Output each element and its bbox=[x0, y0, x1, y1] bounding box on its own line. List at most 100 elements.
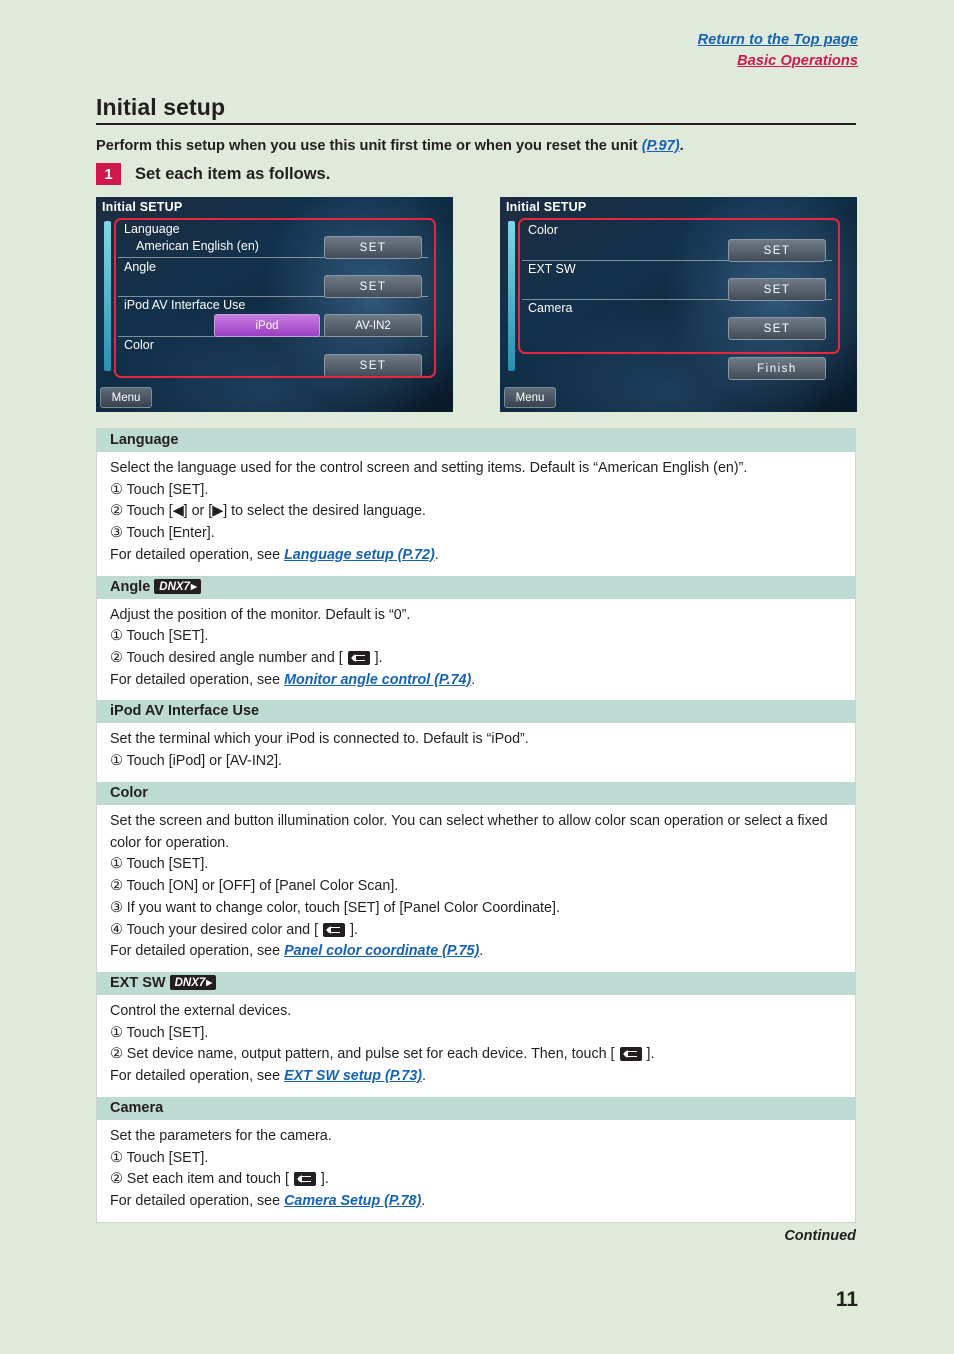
settings-description-table: Language Select the language used for the… bbox=[96, 428, 856, 1223]
section-detail-line: For detailed operation, see EXT SW setup… bbox=[110, 1066, 842, 1088]
section-heading-text: Angle bbox=[110, 578, 151, 595]
detail-suffix: . bbox=[422, 1068, 427, 1085]
step-1: 1 Set each item as follows. bbox=[96, 163, 330, 185]
section-line: ② Touch [ON] or [OFF] of [Panel Color Sc… bbox=[110, 878, 399, 895]
row-label-language: Language bbox=[124, 222, 180, 236]
row-label-camera: Camera bbox=[528, 301, 573, 315]
section-heading-text: Color bbox=[110, 784, 148, 801]
section-heading: EXT SW DNX7 bbox=[97, 971, 855, 995]
section-line: Set the screen and button illumination c… bbox=[110, 812, 828, 851]
detail-reference-link[interactable]: EXT SW setup (P.73) bbox=[284, 1068, 422, 1084]
detail-reference-link[interactable]: Panel color coordinate (P.75) bbox=[284, 943, 479, 959]
ipod-option-button[interactable]: iPod bbox=[214, 314, 320, 337]
intro-sentence: Perform this setup when you use this uni… bbox=[96, 138, 642, 154]
row-label-ext-sw: EXT SW bbox=[528, 262, 576, 276]
detail-suffix: . bbox=[479, 943, 484, 960]
return-icon bbox=[293, 1172, 316, 1187]
menu-button-right[interactable]: Menu bbox=[504, 387, 556, 408]
step-number-badge: 1 bbox=[96, 163, 121, 185]
page-title: Initial setup bbox=[96, 94, 226, 120]
detail-suffix: . bbox=[471, 671, 476, 688]
screen-side-accent-bar bbox=[508, 221, 515, 371]
row-label-ipod-av-interface-use: iPod AV Interface Use bbox=[124, 298, 246, 312]
section-body: Adjust the position of the monitor. Defa… bbox=[97, 599, 855, 701]
intro-period: . bbox=[679, 138, 684, 154]
detail-prefix: For detailed operation, see bbox=[110, 671, 285, 688]
section-line: ② Set device name, output pattern, and p… bbox=[110, 1046, 655, 1063]
screen-title-left: Initial SETUP bbox=[102, 200, 183, 214]
page-number: 11 bbox=[835, 1288, 858, 1311]
section-detail-line: For detailed operation, see Language set… bbox=[110, 545, 842, 567]
section-line: ① Touch [SET]. bbox=[110, 481, 209, 498]
section-body: Set the terminal which your iPod is conn… bbox=[97, 723, 855, 781]
return-icon bbox=[323, 922, 346, 937]
section-line: ② Set each item and touch [ ]. bbox=[110, 1171, 329, 1188]
detail-suffix: . bbox=[421, 1192, 426, 1209]
section-heading-text: Language bbox=[110, 432, 179, 448]
detail-suffix: . bbox=[434, 546, 439, 563]
row-label-angle: Angle bbox=[124, 260, 156, 274]
model-badge: DNX7 bbox=[169, 974, 217, 990]
detail-reference-link[interactable]: Monitor angle control (P.74) bbox=[284, 672, 471, 688]
intro-text: Perform this setup when you use this uni… bbox=[96, 136, 886, 156]
ext-sw-set-button[interactable]: SET bbox=[728, 278, 826, 301]
section-line: ④ Touch your desired color and [ ]. bbox=[110, 921, 358, 938]
return-to-top-link[interactable]: Return to the Top page bbox=[698, 30, 858, 51]
screen-title-right: Initial SETUP bbox=[506, 200, 587, 214]
section-heading: Camera bbox=[97, 1096, 855, 1120]
angle-set-button[interactable]: SET bbox=[324, 275, 422, 298]
color-set-button-2[interactable]: SET bbox=[728, 239, 826, 262]
header-links: Return to the Top page Basic Operations bbox=[698, 30, 858, 72]
screenshot-initial-setup-page2: Initial SETUP Color SET EXT SW SET Camer… bbox=[500, 197, 857, 412]
screen-side-accent-bar bbox=[104, 221, 111, 371]
color-set-button[interactable]: SET bbox=[324, 354, 422, 377]
section-heading-text: EXT SW bbox=[110, 974, 166, 991]
section-line: ① Touch [SET]. bbox=[110, 1024, 209, 1041]
section-body: Set the parameters for the camera. ① Touc… bbox=[97, 1120, 855, 1222]
return-icon bbox=[347, 651, 370, 666]
detail-prefix: For detailed operation, see bbox=[110, 546, 285, 563]
title-divider bbox=[96, 123, 856, 125]
section-line: Select the language used for the control… bbox=[110, 460, 748, 476]
detail-prefix: For detailed operation, see bbox=[110, 943, 285, 960]
step-instruction: Set each item as follows. bbox=[135, 164, 331, 183]
section-line: ③ If you want to change color, touch [SE… bbox=[110, 899, 560, 916]
section-heading-text: Camera bbox=[110, 1099, 164, 1116]
model-badge: DNX7 bbox=[154, 578, 201, 594]
section-body: Select the language used for the control… bbox=[97, 452, 855, 576]
finish-button[interactable]: Finish bbox=[728, 357, 826, 380]
section-line: ① Touch [SET]. bbox=[110, 628, 209, 645]
section-heading: Angle DNX7 bbox=[97, 575, 855, 599]
row-label-color: Color bbox=[124, 338, 154, 352]
section-line: ① Touch [SET]. bbox=[110, 856, 209, 873]
detail-prefix: For detailed operation, see bbox=[110, 1068, 285, 1085]
section-line: Set the parameters for the camera. bbox=[110, 1127, 332, 1144]
section-line: ③ Touch [Enter]. bbox=[110, 525, 215, 542]
section-line: Adjust the position of the monitor. Defa… bbox=[110, 606, 411, 623]
section-body: Set the screen and button illumination c… bbox=[97, 805, 855, 972]
language-set-button[interactable]: SET bbox=[324, 236, 422, 259]
detail-prefix: For detailed operation, see bbox=[110, 1192, 285, 1209]
row-value-language: American English (en) bbox=[136, 239, 259, 253]
intro-page-link[interactable]: (P.97) bbox=[642, 138, 680, 154]
av-in2-option-button[interactable]: AV-IN2 bbox=[324, 314, 422, 337]
continued-label: Continued bbox=[784, 1228, 856, 1244]
menu-button-left[interactable]: Menu bbox=[100, 387, 152, 408]
return-icon bbox=[619, 1047, 642, 1062]
section-heading: iPod AV Interface Use bbox=[97, 700, 855, 724]
row-label-color-2: Color bbox=[528, 223, 558, 237]
section-line: ② Touch desired angle number and [ ]. bbox=[110, 650, 383, 667]
section-heading: Language bbox=[97, 429, 855, 452]
detail-reference-link[interactable]: Language setup (P.72) bbox=[284, 547, 435, 563]
section-detail-line: For detailed operation, see Camera Setup… bbox=[110, 1191, 842, 1213]
camera-set-button[interactable]: SET bbox=[728, 317, 826, 340]
section-detail-line: For detailed operation, see Monitor angl… bbox=[110, 670, 842, 692]
section-line: Set the terminal which your iPod is conn… bbox=[110, 731, 529, 748]
section-heading-text: iPod AV Interface Use bbox=[110, 703, 260, 720]
section-line: ① Touch [iPod] or [AV-IN2]. bbox=[110, 753, 283, 770]
section-line: ② Touch [◀] or [▶] to select the desired… bbox=[110, 503, 426, 520]
section-detail-line: For detailed operation, see Panel color … bbox=[110, 941, 842, 963]
detail-reference-link[interactable]: Camera Setup (P.78) bbox=[284, 1193, 421, 1209]
section-body: Control the external devices. ① Touch [SE… bbox=[97, 995, 855, 1097]
basic-operations-link[interactable]: Basic Operations bbox=[698, 51, 858, 72]
